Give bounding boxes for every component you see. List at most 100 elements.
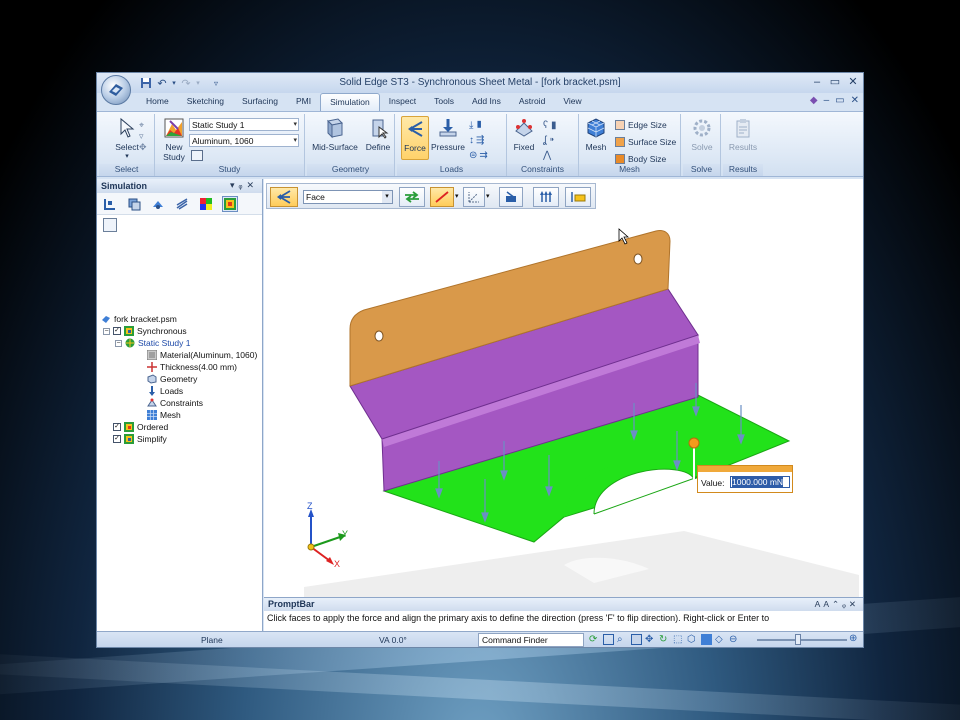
features-tab-icon[interactable] xyxy=(103,197,117,211)
force-step-button[interactable] xyxy=(270,187,298,207)
flip-direction-button[interactable] xyxy=(499,187,523,207)
tab-add-ins[interactable]: Add Ins xyxy=(463,93,510,111)
material-table-icon[interactable] xyxy=(191,150,203,161)
expand-all-icon[interactable] xyxy=(103,218,117,232)
refresh-icon[interactable]: ⟳ xyxy=(589,634,600,645)
force-value-input[interactable]: 1000.000 mN xyxy=(730,476,790,488)
rotate-icon[interactable]: ↻ xyxy=(659,634,670,645)
restore-button[interactable]: ▭ xyxy=(827,75,843,89)
tab-tools[interactable]: Tools xyxy=(425,93,463,111)
command-finder-input[interactable]: Command Finder xyxy=(478,633,584,647)
select-options-icon[interactable]: ⌖ ▿ ✥ xyxy=(139,120,147,153)
simulation-pane: Simulation ▾ᵩ✕ fork bracket.psm − ✓ Synch… xyxy=(97,179,263,631)
tree-item-synchronous[interactable]: − ✓ Synchronous xyxy=(103,325,187,337)
close-icon[interactable]: ✕ xyxy=(849,599,859,609)
group-solve: Solve Solve xyxy=(683,114,721,176)
tab-surfacing[interactable]: Surfacing xyxy=(233,93,287,111)
surface-size-button[interactable]: Surface Size xyxy=(615,134,676,149)
minimize-button[interactable]: – xyxy=(809,75,825,89)
tree-item-thickness[interactable]: Thickness(4.00 mm) xyxy=(147,361,237,373)
geometry-icon xyxy=(147,374,157,384)
close-doc-icon[interactable]: ✕ xyxy=(851,95,859,106)
tree-item-loads[interactable]: Loads xyxy=(147,385,183,397)
restore-doc-icon[interactable]: ▭ xyxy=(835,95,844,106)
graphics-window[interactable]: Z Y X Face ▾ ▾ ▾ Value: 1000.000 mN xyxy=(264,179,863,597)
sketch-view-icon[interactable]: ⬚ xyxy=(673,634,684,645)
accept-button[interactable] xyxy=(399,187,425,207)
fit-icon[interactable] xyxy=(631,634,642,645)
zoom-icon[interactable]: ⌕ xyxy=(617,634,628,645)
new-study-button[interactable]: New Study xyxy=(159,116,189,162)
fixed-button[interactable]: Fixed xyxy=(509,116,539,152)
group-label: Mesh xyxy=(579,164,680,176)
chevron-down-icon[interactable]: ▾ xyxy=(486,192,490,200)
distribution-button[interactable] xyxy=(533,187,559,207)
tree-root[interactable]: fork bracket.psm xyxy=(101,313,177,325)
application-button[interactable] xyxy=(101,75,131,105)
tree-item-constraints[interactable]: Constraints xyxy=(147,397,203,409)
chevron-down-icon[interactable]: ▾ xyxy=(455,192,459,200)
tab-pmi[interactable]: PMI xyxy=(287,93,320,111)
study-select[interactable]: Static Study 1 ▾ xyxy=(189,118,299,131)
z-axis-label: Z xyxy=(307,501,313,511)
zoom-slider-thumb[interactable] xyxy=(795,634,801,645)
direction-button[interactable] xyxy=(430,187,454,207)
close-button[interactable]: ✕ xyxy=(845,75,861,89)
shaded-icon[interactable] xyxy=(701,634,712,645)
tree-item-ordered[interactable]: ✓ Ordered xyxy=(113,421,168,433)
tab-sketching[interactable]: Sketching xyxy=(178,93,233,111)
pin-icon[interactable]: ᵩ xyxy=(842,599,849,609)
simulation-tab-icon[interactable] xyxy=(222,196,238,212)
mesh-button[interactable]: Mesh xyxy=(581,116,611,152)
zoom-in-icon[interactable]: ⊕ xyxy=(849,633,857,644)
tree-item-material[interactable]: Material(Aluminum, 1060) xyxy=(147,349,257,361)
material-select[interactable]: Aluminum, 1060 ▾ xyxy=(189,134,299,147)
tree-item-study[interactable]: − Static Study 1 xyxy=(115,337,190,349)
tab-inspect[interactable]: Inspect xyxy=(380,93,425,111)
group-study: New Study Static Study 1 ▾ Aluminum, 1060… xyxy=(155,114,305,176)
tab-home[interactable]: Home xyxy=(137,93,178,111)
swap-arrows-icon xyxy=(405,191,419,203)
value-box-grip[interactable] xyxy=(698,466,792,472)
font-decrease-icon[interactable]: A xyxy=(823,599,832,609)
pan-icon[interactable]: ✥ xyxy=(645,634,656,645)
solve-button[interactable]: Solve xyxy=(687,116,717,152)
zoom-slider[interactable] xyxy=(757,639,847,641)
help-book-icon[interactable]: ◆ xyxy=(810,95,818,106)
load-type-icons[interactable]: ⤓▮ ↕⇶ ⊜⇉ xyxy=(469,118,503,163)
layers-tab-icon[interactable] xyxy=(127,197,141,211)
face-selection-combo[interactable]: Face ▾ xyxy=(303,190,393,204)
mid-surface-button[interactable]: Mid-Surface xyxy=(309,116,361,152)
tab-view[interactable]: View xyxy=(554,93,590,111)
materials-tab-icon[interactable] xyxy=(199,197,213,211)
view-orient-icon[interactable]: ⬡ xyxy=(687,634,698,645)
pressure-button[interactable]: Pressure xyxy=(431,116,465,152)
tree-item-mesh[interactable]: Mesh xyxy=(147,409,181,421)
library-tab-icon[interactable] xyxy=(175,197,189,211)
constraint-type-icons[interactable]: ʕ▮ ʆ⁍ ⋀ xyxy=(543,118,577,163)
minimize-doc-icon[interactable]: – xyxy=(824,95,830,106)
finish-button[interactable] xyxy=(565,187,591,207)
results-button[interactable]: Results xyxy=(727,116,759,152)
close-pane-icon[interactable]: ✕ xyxy=(246,180,258,190)
collapse-icon[interactable]: ⌃ xyxy=(832,599,842,609)
axis-options-button[interactable] xyxy=(463,187,485,207)
assembly-tab-icon[interactable] xyxy=(151,197,165,211)
wireframe-icon[interactable]: ◇ xyxy=(715,634,726,645)
zoom-area-icon[interactable] xyxy=(603,634,614,645)
tab-astroid[interactable]: Astroid xyxy=(510,93,554,111)
tab-simulation[interactable]: Simulation xyxy=(320,93,380,111)
edge-size-button[interactable]: Edge Size xyxy=(615,117,667,132)
group-constraints: Fixed ʕ▮ ʆ⁍ ⋀ Constraints xyxy=(507,114,579,176)
prompt-bar-title: PromptBar xyxy=(268,599,315,609)
constraints-icon xyxy=(147,398,157,407)
force-button[interactable]: Force xyxy=(401,116,429,160)
zoom-out-icon[interactable]: ⊖ xyxy=(729,634,740,645)
tree-item-simplify[interactable]: ✓ Simplify xyxy=(113,433,167,445)
define-button[interactable]: Define xyxy=(363,116,393,152)
value-label: Value: xyxy=(701,478,725,488)
mesh-icon xyxy=(587,118,605,138)
surface-size-icon xyxy=(615,136,625,147)
group-label: Study xyxy=(155,164,304,176)
tree-item-geometry[interactable]: Geometry xyxy=(147,373,197,385)
